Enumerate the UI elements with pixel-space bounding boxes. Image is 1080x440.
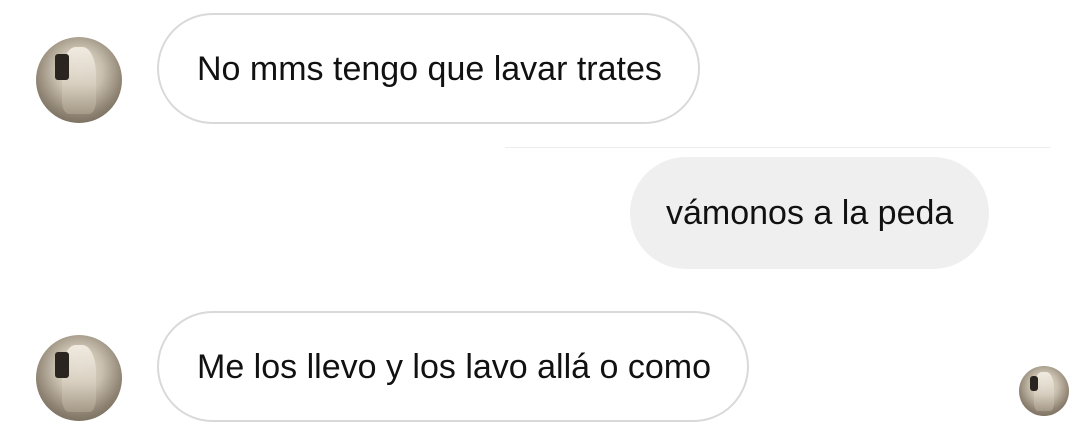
avatar-photo-detail	[54, 352, 69, 378]
incoming-message-bubble[interactable]: No mms tengo que lavar trates	[157, 13, 700, 124]
avatar-photo-detail	[54, 54, 69, 80]
message-text: Me los llevo y los lavo allá o como	[197, 347, 712, 386]
chat-thread: No mms tengo que lavar trates vámonos a …	[0, 0, 1080, 440]
contact-avatar[interactable]	[36, 335, 122, 421]
message-text: vámonos a la peda	[666, 194, 954, 232]
outgoing-message-bubble[interactable]: vámonos a la peda	[630, 157, 990, 269]
contact-avatar[interactable]	[36, 37, 122, 123]
avatar-photo-detail	[1030, 376, 1038, 391]
message-text: No mms tengo que lavar trates	[197, 49, 662, 88]
seen-receipt-avatar	[1019, 366, 1069, 416]
divider	[505, 147, 1050, 148]
incoming-message-bubble[interactable]: Me los llevo y los lavo allá o como	[157, 311, 750, 422]
